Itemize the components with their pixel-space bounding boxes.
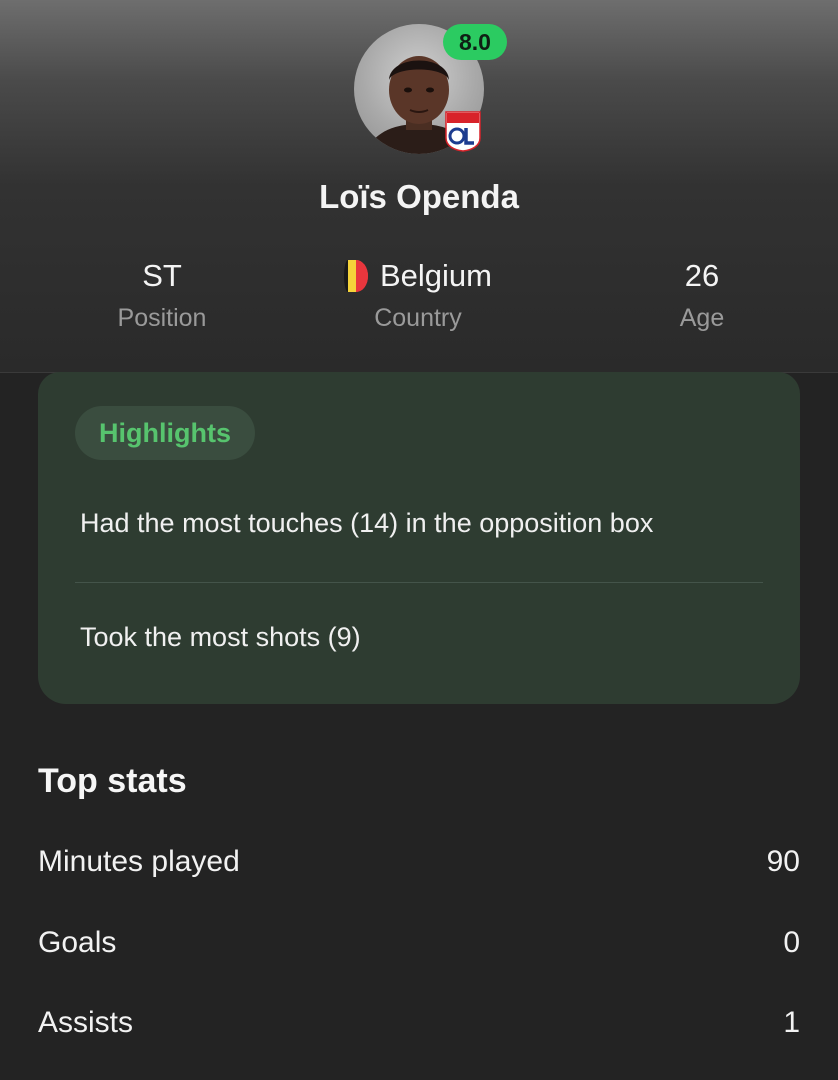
stat-label: Goals: [38, 926, 117, 959]
highlights-title: Highlights: [75, 406, 255, 460]
club-badge-icon: [444, 110, 482, 152]
divider: [75, 582, 763, 583]
position-value: ST: [142, 258, 182, 293]
belgium-flag-icon: [344, 260, 368, 292]
age-value: 26: [684, 258, 720, 293]
stat-row-minutes-played[interactable]: Minutes played 90: [38, 845, 800, 879]
player-name: Loïs Openda: [319, 178, 519, 215]
highlight-item: Had the most touches (14) in the opposit…: [80, 508, 654, 538]
country-row: Belgium: [268, 256, 568, 296]
country-label: Country: [374, 304, 462, 332]
age-label: Age: [679, 304, 725, 332]
country-info: Belgium Country: [268, 256, 568, 334]
age-info: 26 Age: [602, 256, 802, 334]
stat-value: 90: [766, 845, 800, 878]
highlights-card: Highlights Had the most touches (14) in …: [38, 372, 800, 704]
rating-badge: 8.0: [443, 24, 507, 60]
stat-row-goals[interactable]: Goals 0: [38, 926, 800, 960]
stat-label: Minutes played: [38, 845, 240, 878]
stat-row-assists[interactable]: Assists 1: [38, 1006, 800, 1040]
country-value: Belgium: [380, 258, 492, 293]
stat-value: 1: [783, 1006, 800, 1039]
position-info: ST Position: [62, 256, 262, 334]
position-label: Position: [117, 304, 207, 332]
player-header: 8.0 Loïs Openda ST Position Belgium Coun…: [0, 0, 838, 373]
stat-value: 0: [783, 926, 800, 959]
highlight-item: Took the most shots (9): [80, 622, 361, 652]
top-stats-title: Top stats: [38, 762, 187, 800]
stat-label: Assists: [38, 1006, 134, 1039]
